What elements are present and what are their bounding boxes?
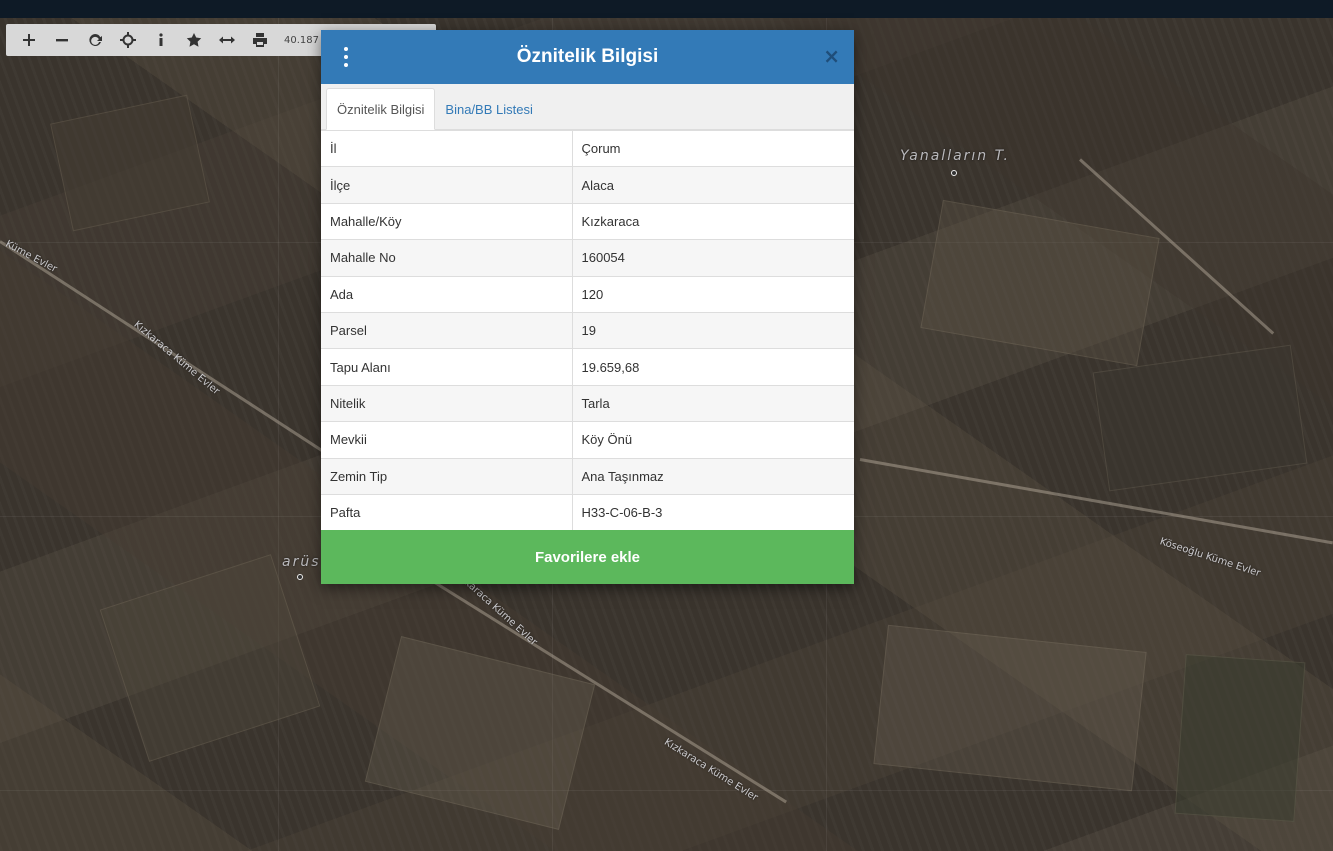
attribute-value: 160054 [572,239,854,277]
dialog-tabs: Öznitelik Bilgisi Bina/BB Listesi [321,84,854,130]
attribute-key: Tapu Alanı [321,348,573,386]
attribute-value: 19 [572,311,854,349]
map-pin [951,170,957,176]
crosshair-icon [119,32,136,48]
attribute-value: Çorum [572,129,854,167]
attribute-value: 19.659,68 [572,348,854,386]
map-field [920,199,1160,367]
attribute-key: İlçe [321,166,573,204]
add-to-favorites-button[interactable]: Favorilere ekle [321,530,854,584]
map-label-kizkaraca: Kızkaraca Küme Evler [131,319,222,398]
attribute-key: Parsel [321,311,573,349]
print-icon [252,33,267,47]
map-field [1174,654,1306,822]
refresh-icon [88,34,102,46]
attribute-key: Mevkii [321,421,573,459]
attribute-key: Mahalle/Köy [321,202,573,240]
tab-attribute-info[interactable]: Öznitelik Bilgisi [326,88,436,130]
table-row: Tapu Alanı 19.659,68 [321,348,854,386]
star-icon [186,33,201,47]
more-vertical-icon [344,47,348,51]
attribute-value: Kızkaraca [572,202,854,240]
top-bar [0,0,1333,18]
zoom-out-button[interactable] [45,24,78,56]
refresh-button[interactable] [78,24,111,56]
measure-button[interactable] [210,24,243,56]
table-row: Ada 120 [321,275,854,313]
coordinate-readout: 40.187 [284,34,319,46]
map-label-yanallarin: Yanalların T. [900,148,1010,164]
map-field [1092,344,1308,492]
attribute-key: İl [321,129,573,167]
attribute-key: Ada [321,275,573,313]
more-vertical-icon [344,63,348,67]
map-road [859,458,1333,545]
map-field [873,624,1147,792]
minus-icon [55,39,68,42]
map-label-arus: arüs [282,554,321,570]
map-field [50,94,210,232]
attribute-value: Tarla [572,384,854,422]
map-label-kizkaraca: Kızkaraca Küme Evler [662,736,760,804]
attribute-table: İl Çorum İlçe Alaca Mahalle/Köy Kızkaraca M… [321,129,854,531]
attribute-key: Nitelik [321,384,573,422]
attribute-value: Ana Taşınmaz [572,457,854,495]
map-tile-edge [278,18,279,851]
map-field [364,636,596,830]
table-row: Nitelik Tarla [321,384,854,422]
attribute-info-dialog: Öznitelik Bilgisi × Öznitelik Bilgisi Bi… [321,30,854,584]
table-row: Pafta H33-C-06-B-3 [321,493,854,531]
zoom-in-button[interactable] [12,24,45,56]
attribute-value: 120 [572,275,854,313]
map-field [99,554,321,762]
close-button[interactable]: × [823,46,840,66]
dialog-header: Öznitelik Bilgisi × [321,30,854,84]
attribute-key: Zemin Tip [321,457,573,495]
measure-icon [218,36,235,44]
attribute-key: Mahalle No [321,239,573,277]
favorites-button[interactable] [177,24,210,56]
table-row: Mahalle/Köy Kızkaraca [321,202,854,240]
table-row: İlçe Alaca [321,166,854,204]
print-button[interactable] [243,24,276,56]
table-row: Zemin Tip Ana Taşınmaz [321,457,854,495]
tab-building-list[interactable]: Bina/BB Listesi [435,88,542,130]
attribute-value: Alaca [572,166,854,204]
attribute-key: Pafta [321,493,573,531]
map-tile-edge [0,790,1333,791]
table-row: Mahalle No 160054 [321,239,854,277]
dialog-menu-button[interactable] [339,47,353,67]
table-row: İl Çorum [321,129,854,167]
more-vertical-icon [344,55,348,59]
locate-button[interactable] [111,24,144,56]
plus-icon [22,34,35,46]
map-label-koseoglu: Köseoğlu Küme Evler [1158,536,1262,580]
dialog-title: Öznitelik Bilgisi [516,46,659,67]
info-icon [158,33,163,46]
attribute-value: H33-C-06-B-3 [572,493,854,531]
table-row: Parsel 19 [321,311,854,349]
map-label-kume-evler: Küme Evler [3,238,59,275]
attribute-value: Köy Önü [572,421,854,459]
info-button[interactable] [144,24,177,56]
table-row: Mevkii Köy Önü [321,421,854,459]
map-pin [297,574,303,580]
